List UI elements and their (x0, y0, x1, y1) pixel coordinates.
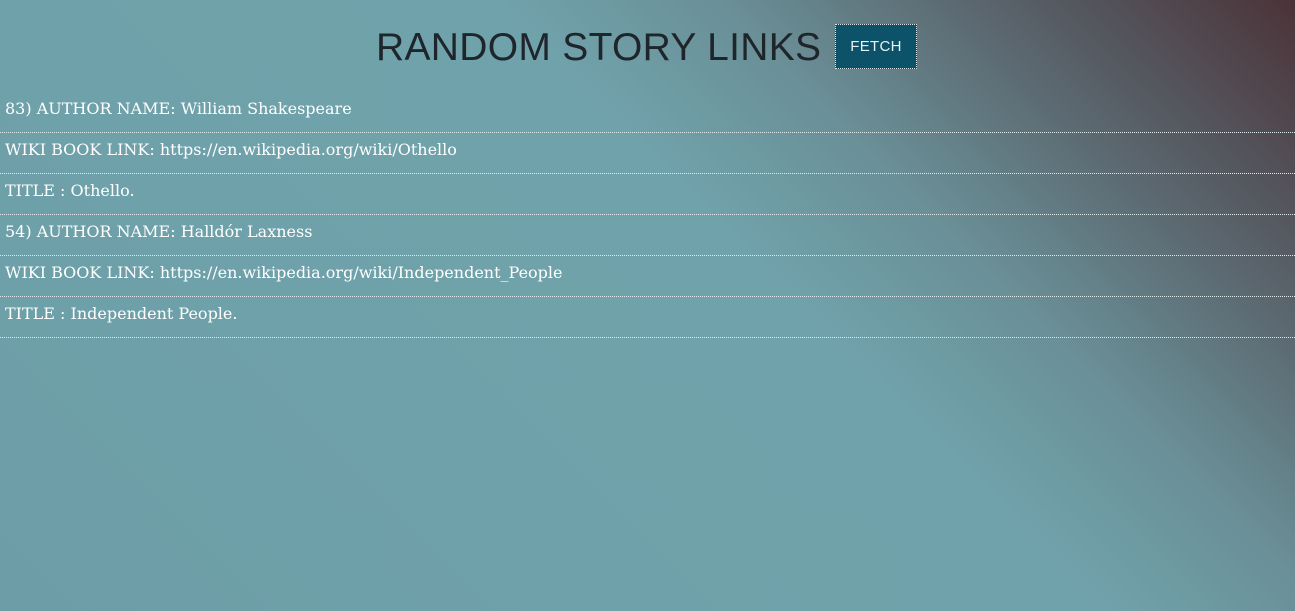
results-list: 83) AUTHOR NAME: William Shakespeare WIK… (0, 92, 1295, 338)
page-title: RANDOM STORY LINKS (376, 26, 822, 69)
fetch-button[interactable]: FETCH (835, 24, 917, 69)
author-name-row: 54) AUTHOR NAME: Halldór Laxness (0, 215, 1295, 256)
header: RANDOM STORY LINKS FETCH (0, 0, 1295, 92)
title-row: TITLE : Independent People. (0, 297, 1295, 338)
wiki-book-link-row: WIKI BOOK LINK: https://en.wikipedia.org… (0, 133, 1295, 174)
author-name-row: 83) AUTHOR NAME: William Shakespeare (0, 92, 1295, 133)
wiki-book-link-row: WIKI BOOK LINK: https://en.wikipedia.org… (0, 256, 1295, 297)
title-row: TITLE : Othello. (0, 174, 1295, 215)
